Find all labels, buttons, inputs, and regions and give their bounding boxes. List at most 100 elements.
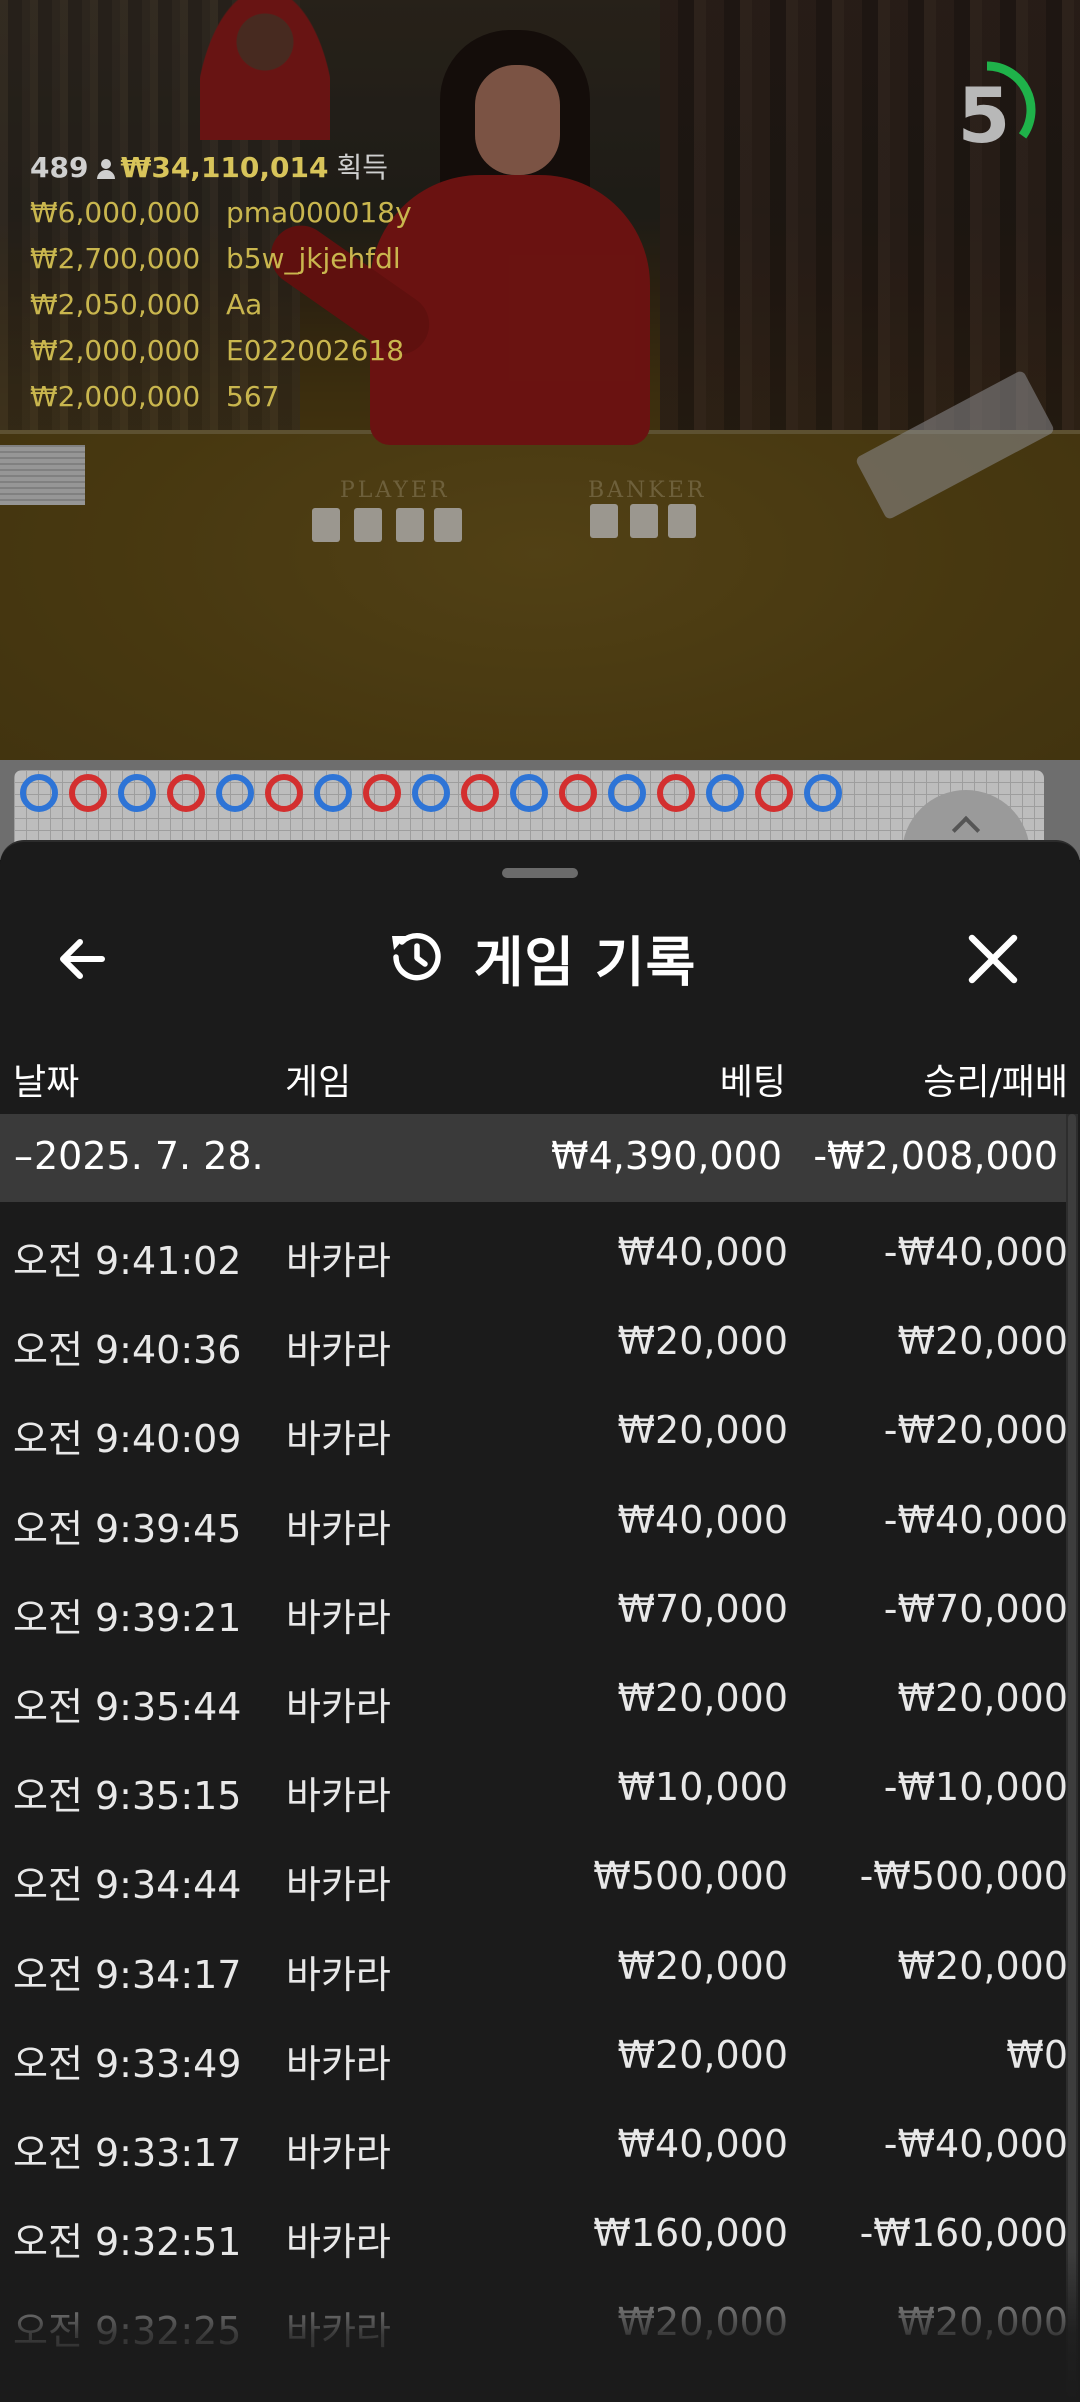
history-row[interactable]: 오전 9:39:45 바카라 ₩40,000 -₩40,000 [0,1482,1068,1571]
row-bet: ₩20,000 [617,1943,788,1988]
history-row[interactable]: 오전 9:32:25 바카라 ₩20,000 ₩20,000 [0,2284,1068,2373]
red-bead [657,774,695,812]
winner-amount: ₩6,000,000 [30,196,201,229]
row-bet: ₩20,000 [617,2300,788,2345]
row-game: 바카라 [286,1239,391,1283]
game-history-sheet: 게임 기록 날짜 게임 베팅 승리/패배 – 2025. 7. 28. ₩4,3… [0,840,1080,2402]
row-result: ₩20,000 [897,1675,1068,1720]
row-time: 오전 9:35:15 [13,1774,242,1819]
winner-name: pma000018y [226,196,412,229]
winner-amount: ₩2,000,000 [30,380,201,413]
history-row[interactable]: 오전 9:34:44 바카라 ₩500,000 -₩500,000 [0,1838,1068,1927]
row-bet: ₩40,000 [617,1230,788,1274]
row-result: ₩20,000 [897,1943,1068,1988]
winner-amount: ₩2,700,000 [30,242,201,275]
row-bet: ₩70,000 [617,1586,788,1631]
row-time: 오전 9:32:25 [13,2309,242,2354]
row-game: 바카라 [286,1328,391,1373]
leaderboard-entry: ₩2,050,000 Aa [30,282,412,328]
column-header-result: 승리/패배 [923,1062,1068,1103]
history-row[interactable]: 오전 9:32:51 바카라 ₩160,000 -₩160,000 [0,2195,1068,2284]
day-date: 2025. 7. 28. [34,1134,264,1178]
history-row[interactable]: 오전 9:39:21 바카라 ₩70,000 -₩70,000 [0,1571,1068,1660]
column-header-game: 게임 [285,1062,352,1103]
arrow-left-icon [60,939,105,979]
history-row[interactable]: 오전 9:33:49 바카라 ₩20,000 ₩0 [0,2017,1068,2106]
red-bead [755,774,793,812]
red-bead [363,774,401,812]
sheet-title-wrap: 게임 기록 [0,902,1080,1012]
row-result: ₩20,000 [897,1319,1068,1364]
leaderboard-entry: ₩2,000,000 567 [30,374,412,420]
row-time: 오전 9:33:17 [13,2130,242,2175]
leaderboard-entry: ₩2,000,000 E022002618 [30,328,412,374]
column-header-bet: 베팅 [719,1062,786,1103]
scrollbar[interactable] [1066,1114,1078,2402]
row-time: 오전 9:40:36 [13,1328,242,1373]
history-row[interactable]: 오전 9:33:17 바카라 ₩40,000 -₩40,000 [0,2106,1068,2195]
countdown-timer: 5 [935,40,1040,170]
row-game: 바카라 [286,1863,391,1908]
row-time: 오전 9:34:17 [13,1952,242,1997]
blue-bead [314,774,352,812]
row-result: -₩40,000 [883,2121,1068,2166]
winners-leaderboard: 489 ₩34,110,014 획득 ₩6,000,000 pma000018y ₩… [30,146,412,420]
total-winnings: ₩34,110,014 [120,151,329,184]
row-result: ₩20,000 [897,2300,1068,2345]
row-bet: ₩40,000 [617,2121,788,2166]
history-row[interactable]: 오전 9:34:17 바카라 ₩20,000 ₩20,000 [0,1928,1068,2017]
row-game: 바카라 [286,1417,391,1462]
row-result: -₩160,000 [859,2211,1068,2256]
row-game: 바카라 [286,2041,391,2086]
row-bet: ₩20,000 [617,1675,788,1720]
winner-amount: ₩2,000,000 [30,334,201,367]
blue-bead [706,774,744,812]
row-time: 오전 9:34:44 [13,1863,242,1908]
row-result: -₩40,000 [883,1497,1068,1542]
person-icon [96,157,116,179]
history-row[interactable]: 오전 9:40:36 바카라 ₩20,000 ₩20,000 [0,1303,1068,1392]
day-summary-row[interactable]: – 2025. 7. 28. ₩4,390,000 -₩2,008,000 [0,1114,1068,1202]
row-game: 바카라 [286,1595,391,1640]
red-bead [559,774,597,812]
red-bead [69,774,107,812]
row-result: -₩10,000 [883,1765,1068,1810]
close-button[interactable] [958,924,1028,994]
row-game: 바카라 [286,1774,391,1819]
back-button[interactable] [48,924,118,994]
row-time: 오전 9:40:09 [13,1417,242,1462]
row-time: 오전 9:35:44 [13,1684,242,1729]
blue-bead [216,774,254,812]
row-time: 오전 9:32:51 [13,2220,242,2265]
row-bet: ₩10,000 [617,1765,788,1810]
row-time: 오전 9:33:49 [13,2041,242,2086]
blue-bead [804,774,842,812]
row-bet: ₩20,000 [617,1408,788,1453]
scrollbar-thumb[interactable] [1068,1114,1076,2402]
blue-bead [20,774,58,812]
winner-name: 567 [226,380,280,413]
leaderboard-entry: ₩2,700,000 b5w_jkjehfdl [30,236,412,282]
row-time: 오전 9:39:21 [13,1595,242,1640]
sheet-title: 게임 기록 [473,930,697,994]
total-winnings-suffix: 획득 [336,151,389,184]
leaderboard-list: ₩6,000,000 pma000018y ₩2,700,000 b5w_jkjehf… [30,190,412,420]
row-result: -₩40,000 [883,1230,1068,1274]
red-bead [167,774,205,812]
row-game: 바카라 [286,2309,391,2354]
winner-name: b5w_jkjehfdl [226,242,401,275]
winner-name: E022002618 [226,334,405,367]
row-bet: ₩160,000 [593,2211,788,2256]
row-game: 바카라 [286,1684,391,1729]
row-result: -₩500,000 [859,1854,1068,1899]
close-icon [968,934,1018,984]
column-header-date: 날짜 [13,1062,80,1103]
history-row[interactable]: 오전 9:41:02 바카라 ₩40,000 -₩40,000 [0,1214,1068,1303]
history-row[interactable]: 오전 9:35:15 바카라 ₩10,000 -₩10,000 [0,1749,1068,1838]
sheet-drag-handle[interactable] [502,868,578,878]
row-time: 오전 9:41:02 [13,1239,242,1283]
history-row[interactable]: 오전 9:40:09 바카라 ₩20,000 -₩20,000 [0,1392,1068,1481]
history-row[interactable]: 오전 9:35:44 바카라 ₩20,000 ₩20,000 [0,1660,1068,1749]
collapse-toggle[interactable]: – [14,1134,36,1178]
row-result: -₩20,000 [883,1408,1068,1453]
